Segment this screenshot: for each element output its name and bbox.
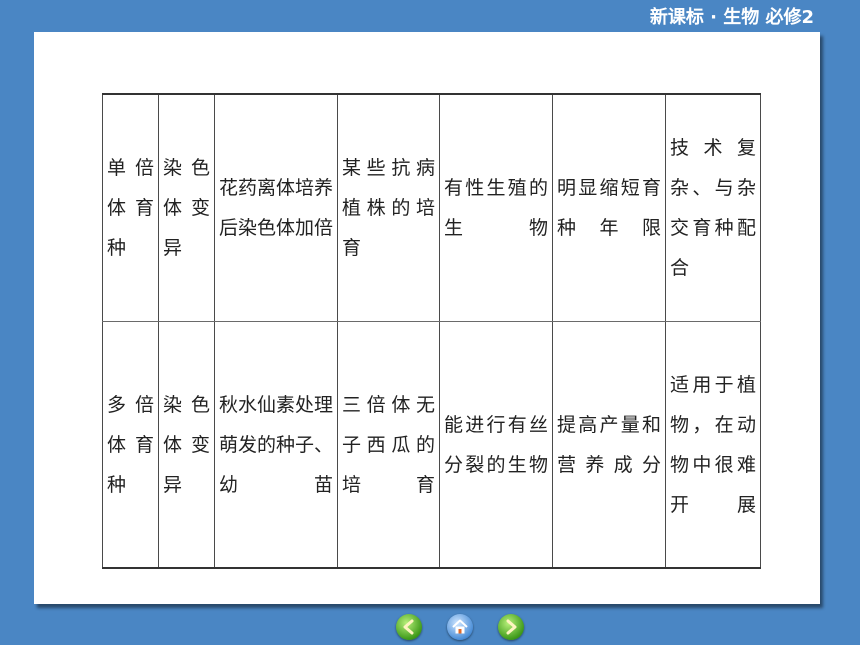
table-cell: 花药离体培养后染色体加倍 [214,93,338,322]
table-row: 单倍体育种 染色体变异 花药离体培养后染色体加倍 某些抗病植株的培育 有性生殖的… [102,93,761,322]
table-cell: 多倍体育种 [102,321,159,569]
table-cell: 适用于植物，在动物中很难开展 [665,321,761,569]
breeding-methods-table: 单倍体育种 染色体变异 花药离体培养后染色体加倍 某些抗病植株的培育 有性生殖的… [102,93,761,569]
back-arrow-icon [403,619,414,635]
table-cell: 染色体变异 [158,321,215,569]
table-row: 多倍体育种 染色体变异 秋水仙素处理萌发的种子、幼苗 三倍体无子西瓜的培育 能进… [102,321,761,569]
home-icon [452,619,468,634]
table-cell: 某些抗病植株的培育 [337,93,440,322]
forward-arrow-icon [506,619,517,635]
table-cell: 染色体变异 [158,93,215,322]
previous-slide-button[interactable] [396,614,422,640]
table-cell: 能进行有丝分裂的生物 [439,321,553,569]
table-cell: 有性生殖的生物 [439,93,553,322]
table-cell: 提高产量和营养成分 [552,321,666,569]
next-slide-button[interactable] [498,614,524,640]
slide-content: 单倍体育种 染色体变异 花药离体培养后染色体加倍 某些抗病植株的培育 有性生殖的… [34,32,820,604]
table-cell: 单倍体育种 [102,93,159,322]
table-cell: 三倍体无子西瓜的培育 [337,321,440,569]
table-cell: 明显缩短育种年限 [552,93,666,322]
header-title: 新课标 · 生物 必修2 [649,7,814,28]
home-button[interactable] [447,614,473,640]
table-cell: 技术复杂、与杂交育种配合 [665,93,761,322]
table-cell: 秋水仙素处理萌发的种子、幼苗 [214,321,338,569]
